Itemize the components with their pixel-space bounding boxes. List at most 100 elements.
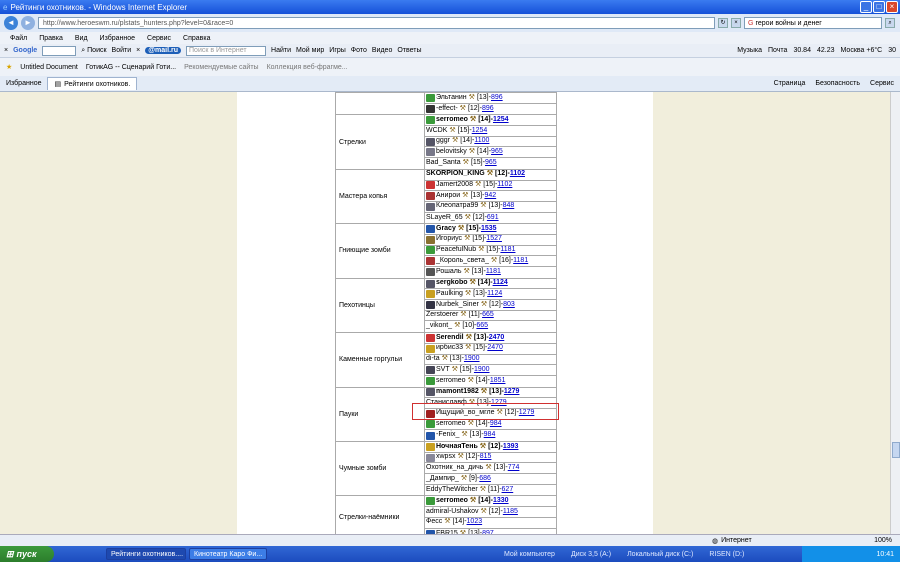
mailru-myworld[interactable]: Мой мир — [296, 47, 324, 54]
player-name[interactable]: Zerstoerer — [426, 311, 458, 321]
fav-link-3[interactable]: Рекомендуемые сайты — [184, 64, 258, 71]
minimize-button[interactable]: _ — [860, 1, 872, 13]
zoom-level[interactable]: 100% — [874, 537, 892, 544]
player-name[interactable]: Serendil — [436, 333, 464, 343]
player-name[interactable]: _Король_света_ — [436, 256, 489, 266]
player-name[interactable]: gggr — [436, 137, 450, 147]
score-link[interactable]: 1535 — [481, 224, 497, 234]
player-name[interactable]: Jamert2008 — [436, 181, 473, 191]
player-name[interactable]: serromeo — [436, 376, 466, 387]
fav-link-2[interactable]: ГотикАG -- Сценарий Готи... — [86, 64, 176, 71]
score-link[interactable]: 896 — [482, 104, 494, 115]
score-link[interactable]: 1393 — [503, 442, 519, 452]
cmd-page[interactable]: Страница — [774, 80, 806, 87]
google-login-button[interactable]: Войти — [112, 47, 132, 54]
score-link[interactable]: 1124 — [493, 279, 508, 289]
score-link[interactable]: 1527 — [486, 235, 502, 245]
score-link[interactable]: 984 — [490, 420, 502, 430]
player-name[interactable]: ирбис33 — [436, 344, 463, 354]
score-link[interactable]: 1102 — [510, 170, 525, 180]
stop-button[interactable]: × — [731, 18, 741, 28]
player-name[interactable]: serromeo — [436, 496, 468, 506]
mailru-photo[interactable]: Фото — [351, 47, 367, 54]
player-name[interactable]: PeacefulNub — [436, 246, 476, 256]
score-link[interactable]: 1254 — [472, 126, 488, 136]
scrollbar-thumb[interactable] — [892, 442, 900, 458]
maximize-button[interactable]: □ — [873, 1, 885, 13]
close-mailru-icon[interactable]: × — [136, 47, 140, 54]
score-link[interactable]: 965 — [491, 147, 503, 157]
google-search-button[interactable]: ⌕ Поиск — [81, 47, 106, 55]
score-link[interactable]: 848 — [503, 202, 515, 212]
player-name[interactable]: Gracy — [436, 224, 456, 234]
menu-edit[interactable]: Правка — [39, 35, 63, 42]
url-field[interactable]: http://www.heroeswm.ru/plstats_hunters.p… — [38, 17, 715, 29]
score-link[interactable]: 1100 — [474, 137, 489, 147]
taskbar-disk-d[interactable]: RISEN (D:) — [709, 551, 744, 558]
score-link[interactable]: 665 — [482, 311, 494, 321]
star-icon[interactable]: ★ — [6, 63, 12, 71]
score-link[interactable]: 1181 — [486, 267, 501, 278]
score-link[interactable]: 1181 — [500, 246, 515, 256]
score-link[interactable]: 965 — [485, 158, 497, 169]
score-link[interactable]: 1102 — [497, 181, 512, 191]
score-link[interactable]: 627 — [502, 485, 514, 496]
score-link[interactable]: 665 — [476, 321, 488, 332]
mailru-games[interactable]: Игры — [329, 47, 346, 54]
score-link[interactable]: 1254 — [493, 115, 509, 125]
menu-favorites[interactable]: Избранное — [100, 35, 135, 42]
mailru-search-input[interactable]: Поиск в Интернет — [186, 45, 267, 56]
score-link[interactable]: 1330 — [493, 496, 509, 506]
score-link[interactable]: 774 — [508, 463, 520, 473]
mailru-answers[interactable]: Ответы — [397, 47, 421, 54]
score-link[interactable]: 1124 — [487, 289, 502, 299]
mailru-find-button[interactable]: Найти — [271, 47, 291, 54]
player-name[interactable]: Игориус — [436, 235, 462, 245]
player-name[interactable]: xwpsx — [436, 453, 455, 463]
player-name[interactable]: belovitsky — [436, 147, 467, 157]
vertical-scrollbar[interactable] — [890, 92, 900, 534]
score-link[interactable]: 1181 — [513, 256, 528, 266]
player-name[interactable]: serromeo — [436, 115, 468, 125]
score-link[interactable]: 815 — [480, 453, 492, 463]
back-button[interactable]: ◄ — [4, 16, 18, 30]
player-name[interactable]: di-ta — [426, 355, 440, 365]
player-name[interactable]: Фесс — [426, 518, 442, 528]
fav-link-1[interactable]: Untitled Document — [20, 64, 78, 71]
player-name[interactable]: sergkobo — [436, 279, 468, 289]
player-name[interactable]: _Дампир_ — [426, 474, 459, 484]
tab-hunters-rating[interactable]: ▤ Рейтинги охотников. — [47, 77, 138, 90]
player-name[interactable]: SKORPION_KING — [426, 170, 485, 180]
player-name[interactable]: SLayeR_65 — [426, 213, 463, 224]
start-button[interactable]: ⊞ пуск — [0, 546, 54, 562]
mailru-mail[interactable]: Почта — [768, 47, 787, 54]
score-link[interactable]: 1185 — [503, 507, 518, 517]
menu-view[interactable]: Вид — [75, 35, 88, 42]
taskbar-disk-a[interactable]: Диск 3,5 (A:) — [571, 551, 611, 558]
refresh-button[interactable]: ↻ — [718, 18, 728, 28]
taskbar-mycomputer[interactable]: Мой компьютер — [504, 551, 555, 558]
search-button[interactable]: ⌕ — [885, 18, 895, 28]
menu-file[interactable]: Файл — [10, 35, 27, 42]
taskbar-button-kino[interactable]: Кинотеатр Каро Фи... — [189, 548, 267, 560]
player-name[interactable]: -effect- — [436, 104, 458, 115]
score-link[interactable]: 686 — [479, 474, 491, 484]
score-link[interactable]: 1279 — [504, 388, 520, 398]
taskbar-disk-c[interactable]: Локальный диск (C:) — [627, 551, 693, 558]
favorites-center-button[interactable]: Избранное — [6, 80, 41, 87]
mailru-video[interactable]: Видео — [372, 47, 392, 54]
player-name[interactable]: -Fenix_ — [436, 430, 459, 441]
player-name[interactable]: EddyTheWitcher — [426, 485, 478, 496]
player-name[interactable]: admiral-Ushakov — [426, 507, 479, 517]
player-name[interactable]: НочнаяТень — [436, 442, 478, 452]
cmd-tools[interactable]: Сервис — [870, 80, 894, 87]
score-link[interactable]: 691 — [487, 213, 499, 224]
score-link[interactable]: 803 — [503, 300, 515, 310]
player-name[interactable]: mamont1982 — [436, 388, 479, 398]
player-name[interactable]: Анирои — [436, 191, 460, 201]
player-name[interactable]: Эльтанин — [436, 93, 467, 103]
taskbar-button-ie[interactable]: Рейтинги охотников.... — [106, 548, 186, 560]
menu-tools[interactable]: Сервис — [147, 35, 171, 42]
player-name[interactable]: WCDK — [426, 126, 447, 136]
fav-link-4[interactable]: Коллекция веб-фрагме... — [267, 64, 348, 71]
